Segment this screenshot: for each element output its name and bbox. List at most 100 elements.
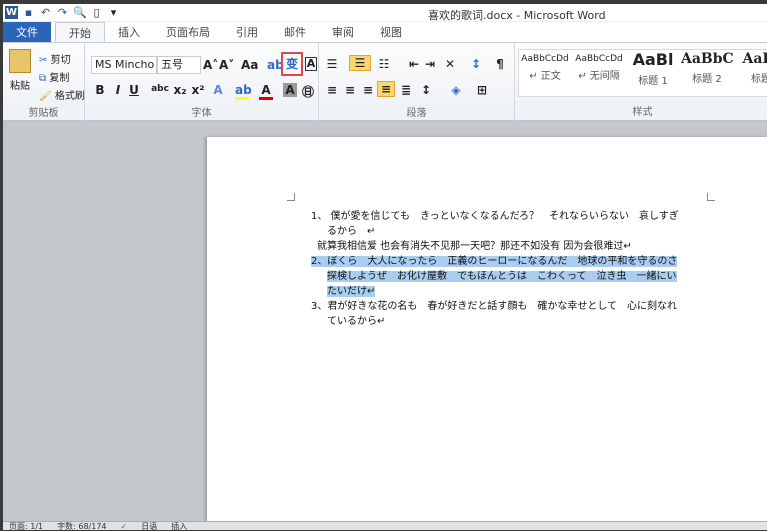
superscript-icon[interactable]: x² <box>191 83 205 97</box>
line-spacing-icon[interactable]: ↕ <box>419 83 433 97</box>
insert-mode[interactable]: 插入 <box>171 522 187 531</box>
ribbon-tabs: 文件 开始 插入 页面布局 引用 邮件 审阅 视图 <box>3 22 767 43</box>
copy-icon: ⧉ <box>39 73 47 84</box>
document-line[interactable]: ているから↵ <box>311 314 711 329</box>
align-left-icon[interactable]: ≡ <box>325 83 339 97</box>
print-preview-icon[interactable]: 🔍 <box>73 6 87 19</box>
language[interactable]: 日语 <box>141 522 157 531</box>
change-case-icon[interactable]: Aa <box>241 58 258 72</box>
line-text: 1、 僕が愛を信じても きっといなくなるんだろ？ それならいらない 哀しすぎ <box>311 211 679 222</box>
style-name: 标题 2 <box>692 74 722 85</box>
word-count[interactable]: 字数: 68/174 <box>57 522 106 531</box>
document-line[interactable]: 1、 僕が愛を信じても きっといなくなるんだろ？ それならいらない 哀しすぎ <box>311 209 711 224</box>
window-title: 喜欢的歌词.docx - Microsoft Word <box>428 9 606 22</box>
clipboard-group: 粘贴 ✂ 剪切 ⧉ 复制 🖌 格式刷 剪贴板 <box>3 43 85 121</box>
page-count[interactable]: 页面: 1/1 <box>9 522 43 531</box>
tab-view[interactable]: 视图 <box>367 22 415 42</box>
document-line[interactable]: 就算我相信爱 也会有消失不见那一天吧？那还不如没有 因为会很难过↵ <box>311 239 711 254</box>
align-center-icon[interactable]: ≡ <box>343 83 357 97</box>
tab-mailings[interactable]: 邮件 <box>271 22 319 42</box>
save-icon[interactable]: ▪ <box>22 6 35 19</box>
font-size-combo[interactable]: 五号 <box>157 56 201 74</box>
tab-insert[interactable]: 插入 <box>105 22 153 42</box>
sort-icon[interactable]: ↕ <box>469 57 483 71</box>
document-line[interactable]: たいだけ↵ <box>311 284 711 299</box>
margin-corner <box>287 193 295 201</box>
document-page[interactable]: 1、 僕が愛を信じても きっといなくなるんだろ？ それならいらない 哀しすぎるか… <box>207 137 767 521</box>
clear-format-icon[interactable]: ab <box>267 58 284 72</box>
distributed-icon[interactable]: ≣ <box>399 83 413 97</box>
new-doc-icon[interactable]: ▯ <box>90 6 103 19</box>
phonetic-guide-icon[interactable]: 变 <box>281 52 303 76</box>
tab-home[interactable]: 开始 <box>55 22 105 42</box>
font-group: MS Mincho 五号 A˄ A˅ Aa ab 变 A B I U abc x… <box>85 43 319 121</box>
font-label: 字体 <box>191 108 212 119</box>
paragraph-group: ☰ ☰ ☷ ⇤ ⇥ ✕ ↕ ¶ ≡ ≡ ≡ ≡ ≣ ↕ ◈ ⊞ 段落 <box>319 43 515 121</box>
copy-button[interactable]: ⧉ 复制 <box>39 69 69 84</box>
document-line[interactable]: 2、ぼくら 大人になったら 正義のヒーローになるんだ 地球の平和を守るのさ <box>311 254 711 269</box>
document-line[interactable]: 探検しようぜ お化け屋敷 でもほんとうは こわくって 泣き虫 一緒にい <box>311 269 711 284</box>
style-name: ↵ 正文 <box>529 71 561 82</box>
multilevel-list-icon[interactable]: ☷ <box>377 57 391 71</box>
tab-review[interactable]: 审阅 <box>319 22 367 42</box>
chinese-layout-icon[interactable]: ✕ <box>443 57 457 71</box>
word-window: W ▪ ↶ ↷ 🔍 ▯ ▾ 喜欢的歌词.docx - Microsoft Wor… <box>3 4 767 531</box>
align-right-icon[interactable]: ≡ <box>361 83 375 97</box>
numbering-icon[interactable]: ☰ <box>349 55 371 71</box>
paste-button[interactable]: 粘贴 <box>10 77 30 92</box>
style-normal[interactable]: AaBbCcDd ↵ 正文 <box>519 54 571 82</box>
style-heading-2[interactable]: AaBbC 标题 2 <box>681 51 733 85</box>
font-color-icon[interactable]: A <box>259 83 273 100</box>
style-no-spacing[interactable]: AaBbCcDd ↵ 无间隔 <box>573 54 625 82</box>
cut-button[interactable]: ✂ 剪切 <box>39 51 71 66</box>
highlight-icon[interactable]: ab <box>235 83 252 100</box>
copy-label: 复制 <box>49 73 70 84</box>
word-icon[interactable]: W <box>5 6 18 19</box>
style-preview: AaBbC <box>681 51 733 67</box>
show-marks-icon[interactable]: ¶ <box>493 57 507 71</box>
borders-icon[interactable]: ⊞ <box>475 83 489 97</box>
text-effects-icon[interactable]: A <box>211 83 225 97</box>
style-preview: AaBl <box>742 51 767 67</box>
subscript-icon[interactable]: x₂ <box>173 83 187 97</box>
style-title[interactable]: AaBl 标题 <box>735 51 767 85</box>
document-line[interactable]: 3、君が好きな花の名も 春が好きだと話す顔も 確かな幸せとして 心に刻なれ <box>311 299 711 314</box>
cut-label: 剪切 <box>50 55 71 66</box>
status-bar: 页面: 1/1 字数: 68/174 ✓ 日语 插入 <box>3 521 767 531</box>
shrink-font-icon[interactable]: A˅ <box>219 58 234 72</box>
document-text[interactable]: 1、 僕が愛を信じても きっといなくなるんだろ？ それならいらない 哀しすぎるか… <box>311 209 711 329</box>
tab-page-layout[interactable]: 页面布局 <box>153 22 223 42</box>
paragraph-label: 段落 <box>406 108 427 119</box>
brush-icon: 🖌 <box>39 91 52 102</box>
paste-icon[interactable] <box>9 49 31 73</box>
redo-icon[interactable]: ↷ <box>56 6 69 19</box>
font-name-combo[interactable]: MS Mincho <box>91 56 157 74</box>
line-text: 就算我相信爱 也会有消失不见那一天吧？那还不如没有 因为会很难过↵ <box>317 241 632 252</box>
customize-icon[interactable]: ▾ <box>107 6 120 19</box>
style-heading-1[interactable]: AaBl 标题 1 <box>627 50 679 87</box>
style-preview: AaBl <box>632 50 674 69</box>
decrease-indent-icon[interactable]: ⇤ <box>407 57 421 71</box>
format-painter-button[interactable]: 🖌 格式刷 <box>39 87 85 102</box>
justify-icon[interactable]: ≡ <box>377 81 395 97</box>
quick-access-toolbar: W ▪ ↶ ↷ 🔍 ▯ ▾ <box>5 6 120 19</box>
document-line[interactable]: るから ↵ <box>311 224 711 239</box>
tab-references[interactable]: 引用 <box>223 22 271 42</box>
bullets-icon[interactable]: ☰ <box>325 57 339 71</box>
style-name: ↵ 无间隔 <box>578 71 620 82</box>
character-border-icon[interactable]: A <box>305 57 317 71</box>
character-shading-icon[interactable]: A <box>283 83 297 97</box>
bold-icon[interactable]: B <box>93 83 107 97</box>
underline-icon[interactable]: U <box>127 83 141 97</box>
italic-icon[interactable]: I <box>111 83 125 97</box>
tab-file[interactable]: 文件 <box>3 22 51 42</box>
shading-icon[interactable]: ◈ <box>449 83 463 97</box>
title-bar: W ▪ ↶ ↷ 🔍 ▯ ▾ 喜欢的歌词.docx - Microsoft Wor… <box>3 4 767 22</box>
undo-icon[interactable]: ↶ <box>39 6 52 19</box>
grow-font-icon[interactable]: A˄ <box>203 58 218 72</box>
strikethrough-icon[interactable]: abc <box>151 84 169 94</box>
format-painter-label: 格式刷 <box>54 91 85 102</box>
increase-indent-icon[interactable]: ⇥ <box>423 57 437 71</box>
spellcheck-icon[interactable]: ✓ <box>121 522 128 531</box>
enclose-characters-icon[interactable]: ㊐ <box>301 83 315 100</box>
